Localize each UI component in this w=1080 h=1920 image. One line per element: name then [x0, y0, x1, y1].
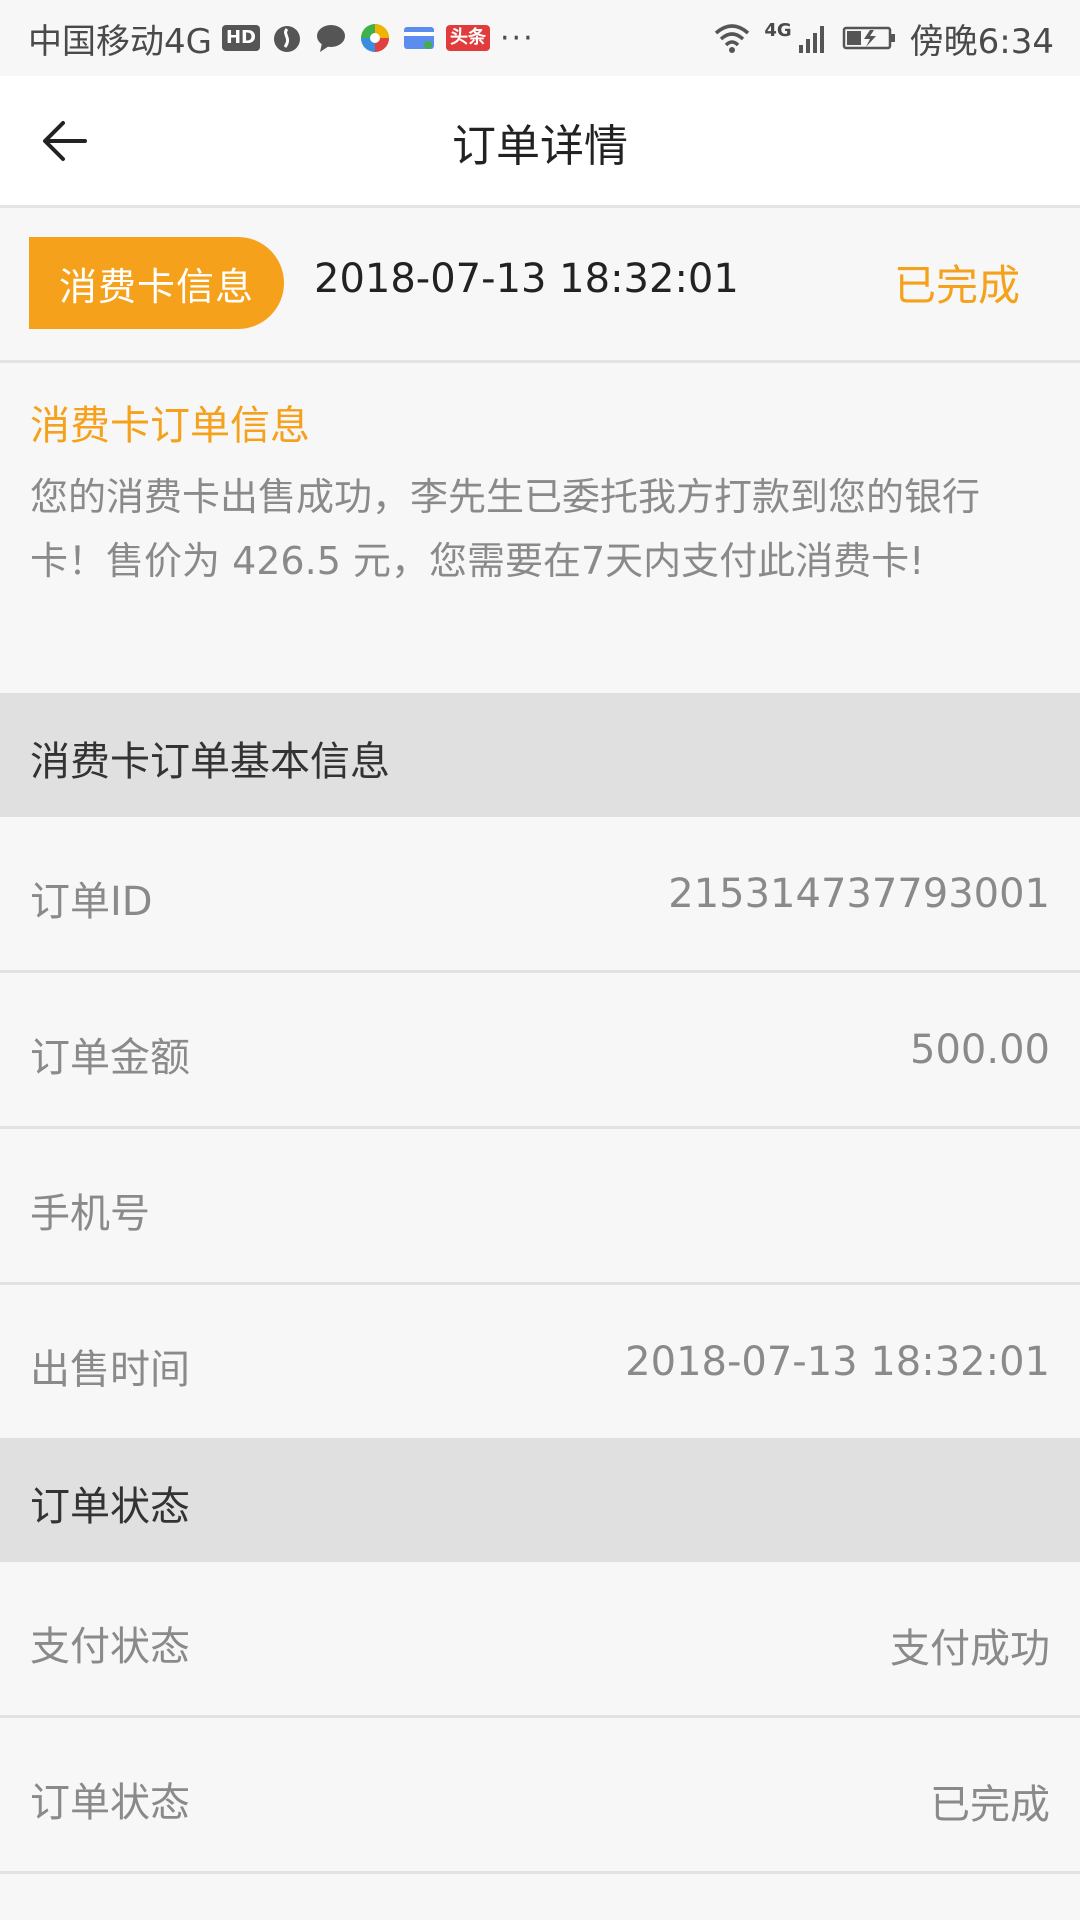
order-amount-row: 订单金额 500.00 — [0, 973, 1080, 1129]
row-value: 已完成 — [930, 1782, 1050, 1828]
row-label: 订单ID — [30, 879, 153, 925]
clock: 傍晚6:34 — [909, 21, 1054, 62]
order-info-block: 消费卡订单信息 您的消费卡出售成功，李先生已委托我方打款到您的银行卡！售价为 4… — [0, 363, 1080, 693]
row-label: 出售时间 — [30, 1347, 190, 1393]
pinwheel-icon — [361, 24, 389, 52]
order-info-title: 消费卡订单信息 — [30, 403, 310, 449]
row-label: 支付状态 — [30, 1624, 190, 1670]
row-value: 215314737793001 — [668, 871, 1050, 917]
card-date: 2018-07-13 18:32:01 — [314, 256, 739, 302]
row-label: 手机号 — [30, 1191, 150, 1237]
more-notifications: ··· — [500, 20, 535, 56]
order-status-row: 订单状态 已完成 — [0, 1718, 1080, 1874]
wifi-icon — [715, 24, 750, 53]
carrier-label: 中国移动4G — [28, 21, 212, 62]
basic-info-section-header: 消费卡订单基本信息 — [0, 693, 1080, 817]
row-value: 支付成功 — [890, 1626, 1050, 1672]
hd-icon: HD — [221, 25, 260, 51]
card-icon — [404, 27, 434, 49]
row-value: 2018-07-13 18:32:01 — [625, 1339, 1050, 1385]
row-label: 订单金额 — [30, 1035, 190, 1081]
row-label: 订单状态 — [30, 1780, 190, 1826]
card-info-badge: 消费卡信息 — [29, 237, 284, 329]
row-value: 500.00 — [910, 1027, 1050, 1073]
order-id-row: 订单ID 215314737793001 — [0, 817, 1080, 973]
sale-time-row: 出售时间 2018-07-13 18:32:01 — [0, 1285, 1080, 1441]
order-info-text: 您的消费卡出售成功，李先生已委托我方打款到您的银行卡！售价为 426.5 元，您… — [30, 475, 981, 583]
card-status: 已完成 — [893, 261, 1020, 310]
status-right: 4G 傍晚6:34 — [712, 12, 1054, 64]
phone-row: 手机号 — [0, 1129, 1080, 1285]
battery-icon — [842, 26, 895, 50]
network-label: 4G — [764, 19, 792, 41]
card-summary-row: 消费卡信息 2018-07-13 18:32:01 已完成 — [0, 208, 1080, 363]
chat-bubble-icon — [317, 25, 345, 52]
page-title: 订单详情 — [452, 121, 628, 172]
payment-status-row: 支付状态 支付成功 — [0, 1562, 1080, 1718]
signal-icon — [798, 26, 824, 53]
order-status-section-header: 订单状态 — [0, 1438, 1080, 1562]
fire-icon — [274, 26, 300, 52]
section-title: 消费卡订单基本信息 — [30, 739, 390, 785]
status-left: 中国移动4G HD 头条 ··· — [28, 12, 535, 64]
section-title: 订单状态 — [30, 1484, 190, 1530]
news-icon: 头条 — [446, 25, 490, 51]
app-header: 订单详情 — [0, 76, 1080, 208]
status-bar: 中国移动4G HD 头条 ··· 4G 傍晚6:34 — [0, 0, 1080, 76]
